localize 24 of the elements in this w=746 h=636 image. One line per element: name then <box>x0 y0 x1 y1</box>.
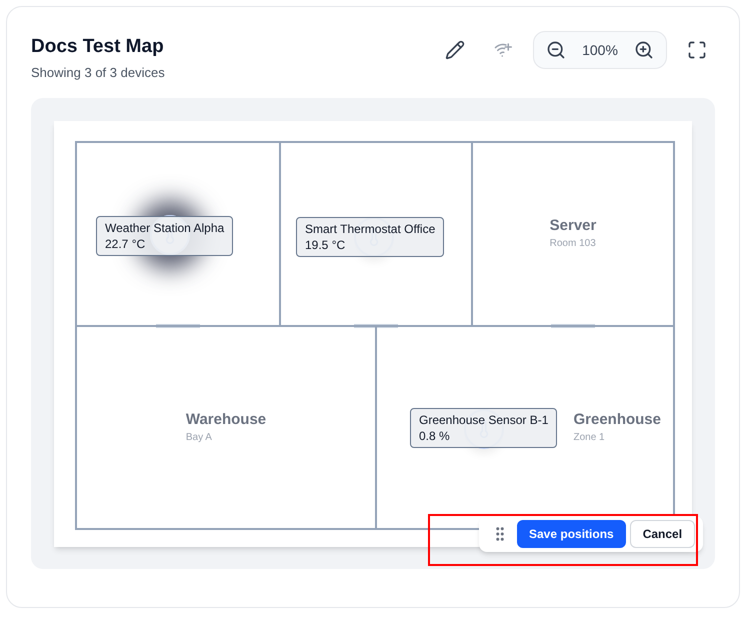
room-detail: Zone 1 <box>573 430 605 445</box>
device-reading: 0.8 % <box>419 428 451 444</box>
zoom-in-icon <box>634 40 654 60</box>
room-name: Server <box>550 217 596 236</box>
zoom-in-button[interactable] <box>634 40 654 60</box>
zoom-level: 100% <box>581 40 619 60</box>
save-positions-button[interactable]: Save positions <box>517 520 626 548</box>
device-name: Greenhouse Sensor B-1 <box>419 412 548 428</box>
room-name: Warehouse <box>186 410 266 430</box>
zoom-out-button[interactable] <box>546 40 566 60</box>
room-detail: Room 103 <box>550 237 596 252</box>
cancel-button[interactable]: Cancel <box>630 520 696 548</box>
device-name: Weather Station Alpha <box>105 220 224 236</box>
map-title: Docs Test Map <box>31 35 165 59</box>
room-name: Greenhouse <box>573 410 661 430</box>
device-name: Smart Thermostat Office <box>305 221 436 238</box>
room-detail: Bay A <box>186 430 212 445</box>
pencil-icon <box>445 40 465 60</box>
device-reading: 22.7 °C <box>105 236 146 252</box>
zoom-out-icon <box>546 40 566 60</box>
device-reading: 19.5 °C <box>305 237 346 254</box>
device-count: Showing 3 of 3 devices <box>31 64 165 82</box>
wifi-plus-icon <box>492 41 514 59</box>
fullscreen-icon <box>687 40 707 60</box>
